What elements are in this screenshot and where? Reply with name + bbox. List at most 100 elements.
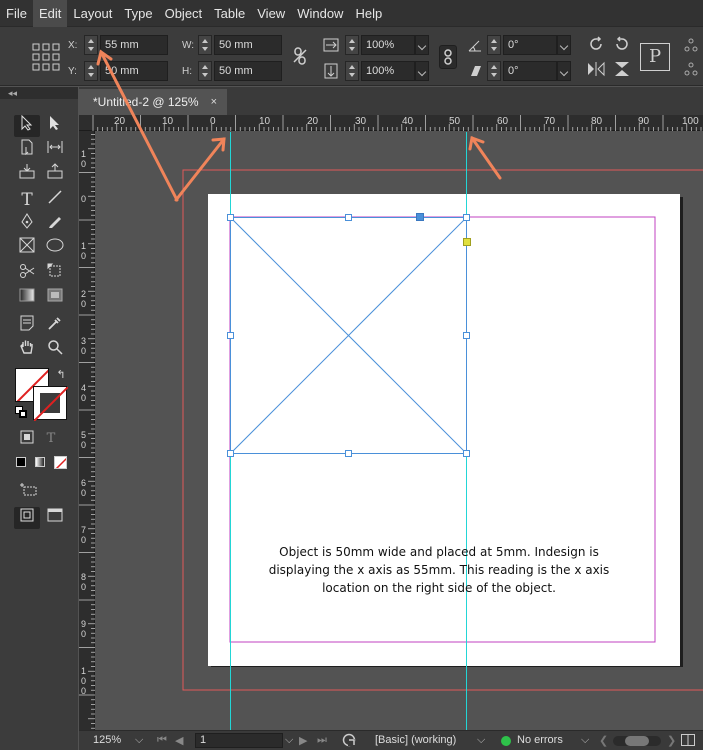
menu-table[interactable]: Table <box>208 0 251 27</box>
gap-tool-icon[interactable] <box>42 139 68 161</box>
apply-color-icon[interactable] <box>16 457 26 467</box>
hruler-label: 40 <box>402 116 414 127</box>
scrollbar-thumb[interactable] <box>625 736 649 746</box>
vertical-ruler[interactable]: 10 0 10 20 30 40 50 60 70 80 90 100 <box>79 131 95 730</box>
flip-vertical-icon[interactable] <box>612 61 632 80</box>
menu-object[interactable]: Object <box>159 0 209 27</box>
scale-y-field[interactable]: 100% <box>361 61 415 81</box>
content-placer-icon[interactable] <box>42 163 68 185</box>
constrain-scale-icon[interactable] <box>439 45 457 69</box>
h-field[interactable]: 50 mm <box>214 61 282 81</box>
eyedropper-tool-icon[interactable] <box>42 315 68 337</box>
w-field[interactable]: 50 mm <box>214 35 282 55</box>
direct-selection-tool-icon[interactable] <box>42 115 68 137</box>
page-number-field[interactable]: 1 <box>195 733 283 748</box>
h-stepper[interactable] <box>198 61 212 81</box>
formatting-container-icon[interactable] <box>16 429 38 449</box>
page-tool-icon[interactable] <box>14 139 40 161</box>
w-stepper[interactable] <box>198 35 212 55</box>
content-collector-icon[interactable] <box>14 163 40 185</box>
rotate-stepper[interactable] <box>487 35 501 55</box>
screen-mode-icon[interactable] <box>42 507 68 529</box>
rotate-dropdown[interactable] <box>557 35 571 55</box>
scale-x-stepper[interactable] <box>345 35 359 55</box>
menu-type[interactable]: Type <box>118 0 158 27</box>
shear-stepper[interactable] <box>487 61 501 81</box>
zoom-level[interactable]: 125% <box>93 734 121 746</box>
shear-field[interactable]: 0° <box>503 61 557 81</box>
errors-dropdown-icon[interactable]: ⌵ <box>581 734 589 747</box>
line-tool-icon[interactable] <box>42 189 68 211</box>
y-stepper[interactable] <box>84 61 98 81</box>
hruler-label: 50 <box>449 116 461 127</box>
scroll-left-icon[interactable]: ❮ <box>599 734 608 747</box>
scissors-tool-icon[interactable] <box>14 263 40 285</box>
menu-help[interactable]: Help <box>349 0 388 27</box>
default-fill-stroke-icon[interactable] <box>15 406 27 418</box>
formatting-text-icon[interactable]: T <box>40 429 62 449</box>
last-page-icon[interactable]: ⏭ <box>317 734 327 747</box>
note-tool-icon[interactable] <box>14 315 40 337</box>
scale-x-field[interactable]: 100% <box>361 35 415 55</box>
hruler-label: 10 <box>162 116 174 127</box>
p-icon[interactable]: P <box>640 43 670 71</box>
rotate-field[interactable]: 0° <box>503 35 557 55</box>
gradient-feather-tool-icon[interactable] <box>42 287 68 309</box>
x-stepper[interactable] <box>84 35 98 55</box>
hruler-label: 60 <box>497 116 509 127</box>
menu-file[interactable]: File <box>0 0 33 27</box>
scale-y-dropdown[interactable] <box>415 61 429 81</box>
stroke-swatch[interactable] <box>33 386 68 421</box>
close-tab-icon[interactable]: × <box>211 89 217 115</box>
scroll-right-icon[interactable]: ❯ <box>667 734 676 747</box>
open-page-icon[interactable] <box>342 733 356 750</box>
constrain-proportions-icon[interactable] <box>291 47 309 68</box>
y-field[interactable]: 50 mm <box>100 61 168 81</box>
hand-tool-icon[interactable] <box>14 339 40 361</box>
collapse-panel-icon[interactable]: ◂◂ <box>0 87 78 99</box>
page-dropdown-icon[interactable]: ⌵ <box>285 734 293 747</box>
type-tool-icon[interactable]: T <box>14 189 40 211</box>
ellipse-tool-icon[interactable] <box>42 237 68 259</box>
gradient-swatch-tool-icon[interactable] <box>14 287 40 309</box>
menu-edit[interactable]: Edit <box>32 0 68 27</box>
preflight-errors[interactable]: No errors <box>517 734 563 746</box>
swap-fill-stroke-icon[interactable]: ↰ <box>52 366 70 384</box>
tab-untitled-2[interactable]: *Untitled-2 @ 125% × <box>79 89 227 115</box>
free-transform-tool-icon[interactable] <box>42 263 68 285</box>
menu-layout[interactable]: Layout <box>67 0 118 27</box>
pen-tool-icon[interactable] <box>14 213 40 235</box>
split-window-icon[interactable] <box>681 734 695 749</box>
apply-gradient-icon[interactable] <box>35 457 45 467</box>
scale-x-dropdown[interactable] <box>415 35 429 55</box>
shear-angle-icon <box>466 63 484 82</box>
rotate-cw-icon[interactable] <box>586 35 606 56</box>
normal-view-icon[interactable] <box>14 507 40 529</box>
reference-point-icon[interactable] <box>32 43 60 71</box>
apply-none-icon[interactable] <box>54 456 67 469</box>
first-page-icon[interactable]: ⏮ <box>157 734 167 747</box>
pencil-tool-icon[interactable] <box>42 213 68 235</box>
zoom-dropdown-icon[interactable]: ⌵ <box>135 734 143 747</box>
distribute-icon[interactable] <box>682 37 700 80</box>
menu-view[interactable]: View <box>251 0 291 27</box>
prev-page-icon[interactable]: ◀ <box>175 734 183 747</box>
preflight-ok-icon <box>501 736 511 746</box>
zoom-tool-icon[interactable] <box>42 339 68 361</box>
scale-y-stepper[interactable] <box>345 61 359 81</box>
selection-tool-icon[interactable] <box>14 114 40 137</box>
document-canvas[interactable]: Object is 50mm wide and placed at 5mm. I… <box>96 132 703 730</box>
rectangle-frame-tool-icon[interactable] <box>14 237 40 259</box>
rotate-ccw-icon[interactable] <box>612 35 632 56</box>
style-status[interactable]: [Basic] (working) <box>375 734 456 746</box>
place-cursor-icon[interactable] <box>16 481 42 503</box>
horizontal-ruler[interactable]: 20 10 0 10 20 30 40 50 60 70 80 90 100 <box>79 115 703 131</box>
horizontal-scrollbar[interactable] <box>613 736 661 746</box>
shear-dropdown[interactable] <box>557 61 571 81</box>
style-dropdown-icon[interactable]: ⌵ <box>477 734 485 747</box>
menu-window[interactable]: Window <box>291 0 349 27</box>
hruler-label: 70 <box>544 116 556 127</box>
x-field[interactable]: 55 mm <box>100 35 168 55</box>
next-page-icon[interactable]: ▶ <box>299 734 307 747</box>
flip-horizontal-icon[interactable] <box>586 61 606 80</box>
